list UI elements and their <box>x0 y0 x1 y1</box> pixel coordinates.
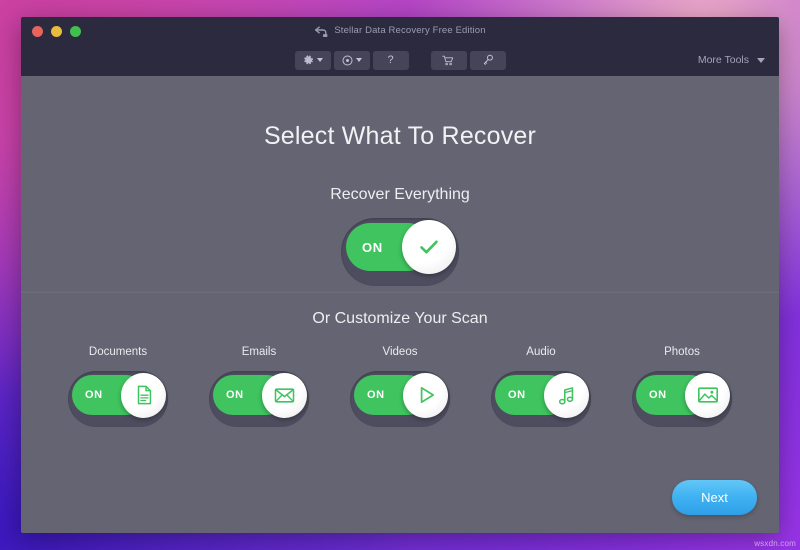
settings-caret-icon <box>316 58 323 62</box>
recover-everything-toggle-wrap: ON <box>21 218 779 286</box>
toggle-state-label: ON <box>367 389 385 401</box>
chevron-down-icon <box>757 57 765 63</box>
category-videos: Videos ON <box>333 346 467 427</box>
audio-toggle[interactable]: ON <box>491 371 591 427</box>
toggle-state-label: ON <box>508 389 526 401</box>
shopping-cart-icon <box>442 55 455 66</box>
music-note-icon <box>555 384 578 407</box>
toolbar-group-left: ? <box>294 50 409 70</box>
category-documents: Documents ON <box>51 346 185 427</box>
emails-toggle[interactable]: ON <box>209 371 309 427</box>
toggle-state-label: ON <box>362 239 383 255</box>
desktop-background: Stellar Data Recovery Free Edition ? Mor… <box>0 0 800 550</box>
toggle-knob[interactable] <box>262 372 307 418</box>
question-mark-icon: ? <box>387 53 394 66</box>
media-type-button[interactable] <box>333 50 370 70</box>
toggle-knob[interactable] <box>544 372 589 418</box>
toolbar-group-right <box>430 50 506 70</box>
toggle-knob[interactable] <box>403 372 448 418</box>
document-icon <box>133 384 155 406</box>
videos-toggle[interactable]: ON <box>350 371 450 427</box>
main-content: Select What To Recover Recover Everythin… <box>21 76 779 533</box>
recover-everything-toggle[interactable]: ON <box>341 218 459 286</box>
envelope-icon <box>273 384 296 407</box>
photos-toggle[interactable]: ON <box>632 371 732 427</box>
category-toggle-list: Documents ON Emails ON Videos ON Audio O… <box>51 346 749 427</box>
more-tools-label: More Tools <box>697 54 749 66</box>
recover-everything-heading: Recover Everything <box>330 186 470 203</box>
category-label: Audio <box>526 346 556 358</box>
toggle-knob[interactable] <box>121 372 166 418</box>
buy-button[interactable] <box>430 50 467 70</box>
category-audio: Audio ON <box>474 346 608 427</box>
toolbar: ? More Tools <box>21 44 779 76</box>
key-icon <box>482 54 494 66</box>
watermark: wsxdn.com <box>754 539 796 548</box>
toggle-knob[interactable] <box>685 372 730 418</box>
page-title: Select What To Recover <box>263 122 537 150</box>
activate-button[interactable] <box>469 50 506 70</box>
settings-button[interactable] <box>294 50 331 70</box>
documents-toggle[interactable]: ON <box>68 371 168 427</box>
category-label: Emails <box>241 346 277 358</box>
section-divider <box>21 291 779 293</box>
gear-icon <box>303 54 314 66</box>
next-button[interactable]: Next <box>672 480 757 515</box>
back-arrow-icon[interactable] <box>314 25 328 37</box>
toggle-state-label: ON <box>85 389 103 401</box>
play-icon <box>414 383 438 407</box>
application-window: Stellar Data Recovery Free Edition ? Mor… <box>21 17 779 533</box>
customize-scan-heading: Or Customize Your Scan <box>312 310 488 327</box>
more-tools-menu[interactable]: More Tools <box>698 44 765 76</box>
category-label: Photos <box>664 346 700 358</box>
category-label: Documents <box>88 346 148 358</box>
toggle-state-label: ON <box>649 389 667 401</box>
check-icon <box>416 234 442 260</box>
title-bar: Stellar Data Recovery Free Edition <box>21 17 779 44</box>
help-button[interactable]: ? <box>372 50 409 70</box>
media-type-caret-icon <box>355 58 362 62</box>
toggle-state-label: ON <box>226 389 244 401</box>
photo-icon <box>696 383 720 407</box>
window-title-group: Stellar Data Recovery Free Edition <box>21 17 779 44</box>
category-label: Videos <box>382 346 418 358</box>
toggle-knob[interactable] <box>402 220 456 274</box>
category-photos: Photos ON <box>615 346 749 427</box>
disc-icon <box>341 54 353 66</box>
category-emails: Emails ON <box>192 346 326 427</box>
window-title: Stellar Data Recovery Free Edition <box>334 25 486 36</box>
